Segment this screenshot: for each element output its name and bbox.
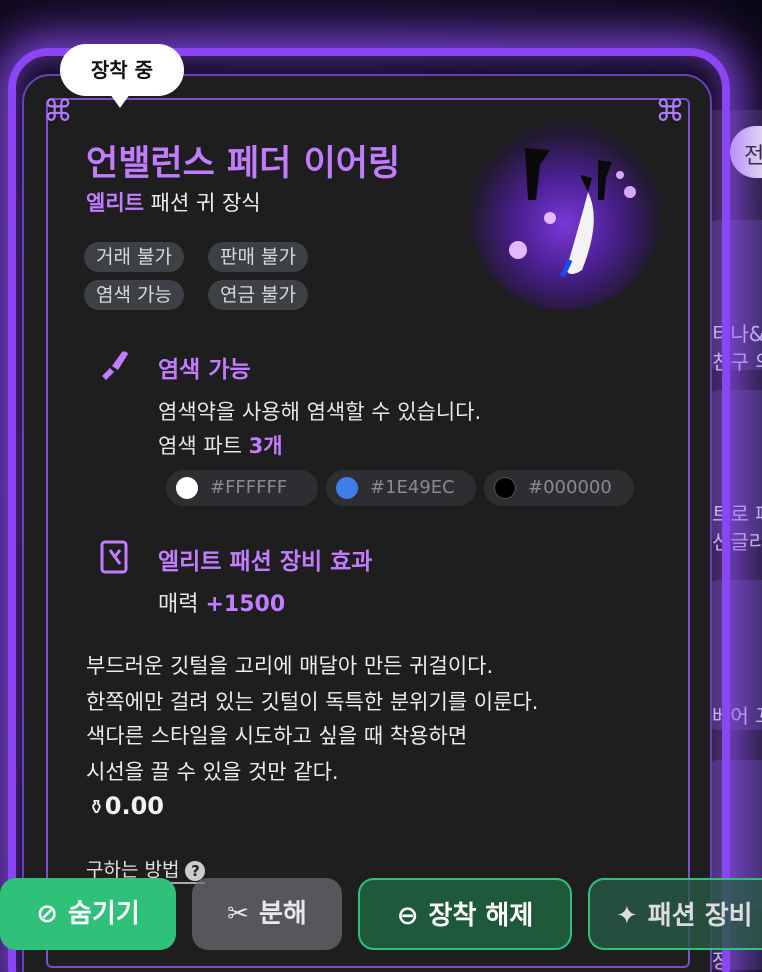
tag-chip: 판매 불가 [208, 242, 308, 272]
item-description-line: 색다른 스타일을 시도하고 싶을 때 착용하면 [86, 724, 468, 748]
hide-button[interactable]: ⊘ 숨기기 [0, 878, 176, 950]
feather-earring-icon [509, 148, 636, 278]
unequip-button-label: 장착 해제 [428, 901, 534, 931]
unequip-button[interactable]: ⊖ 장착 해제 [358, 878, 572, 950]
sparkle-icon: ✦ [616, 901, 638, 931]
dye-color-swatch[interactable]: #FFFFFF [166, 470, 318, 506]
eye-off-icon: ⊘ [36, 899, 59, 929]
dye-description: 염색약을 사용해 염색할 수 있습니다. [158, 400, 482, 424]
dye-color-hex: #000000 [528, 477, 612, 498]
minus-circle-icon: ⊖ [396, 901, 419, 931]
weight-icon: ⚱ [88, 795, 105, 819]
elite-effect-icon [98, 538, 134, 574]
item-description-line: 시선을 끌 수 있을 것만 같다. [86, 760, 339, 784]
effect-stat-value: +1500 [205, 592, 286, 617]
equipped-status-bubble: 장착 중 [60, 44, 184, 108]
dye-parts-label: 염색 파트 [158, 434, 242, 458]
item-grade: 엘리트 [86, 191, 144, 215]
dye-parts: 염색 파트 3개 [158, 430, 283, 460]
color-dot-icon [176, 477, 198, 499]
color-dot-icon [494, 477, 516, 499]
item-description-line: 한쪽에만 걸려 있는 깃털이 독특한 분위기를 이룬다. [86, 690, 539, 714]
dye-parts-count: 3개 [248, 434, 283, 458]
fashion-equipment-button-label: 패션 장비 [647, 901, 753, 931]
effect-stat-label: 매력 [158, 592, 199, 617]
item-image [470, 120, 660, 310]
item-type: 패션 귀 장식 [150, 191, 261, 215]
item-name: 언밸런스 페더 이어링 [86, 144, 401, 184]
corner-ornament-icon: ⌘ [43, 94, 73, 129]
disassemble-button-label: 분해 [258, 899, 307, 929]
item-category: 엘리트 패션 귀 장식 [86, 187, 261, 217]
effect-title: 엘리트 패션 장비 효과 [158, 549, 373, 575]
dye-title: 염색 가능 [158, 357, 251, 383]
color-dot-icon [336, 477, 358, 499]
tag-chip: 염색 가능 [84, 280, 184, 310]
hide-button-label: 숨기기 [68, 899, 140, 929]
dye-brush-icon [96, 346, 132, 382]
dye-color-hex: #1E49EC [370, 477, 455, 498]
disassemble-icon: ✂ [227, 899, 249, 929]
item-price: ⚱0.00 [88, 792, 164, 820]
price-value: 0.00 [104, 792, 164, 820]
fashion-equipment-button[interactable]: ✦ 패션 장비 [588, 878, 762, 950]
disassemble-button[interactable]: ✂ 분해 [192, 878, 342, 950]
dye-color-swatch[interactable]: #000000 [484, 470, 634, 506]
screen: 전 티나&폰 친구 의 트로 패 선글라 베어 꼬 장 ⌘ ⌘ 장착 중 언밸런… [0, 0, 762, 972]
tag-chip: 연금 불가 [208, 280, 308, 310]
dye-color-hex: #FFFFFF [210, 477, 288, 498]
dye-color-swatch[interactable]: #1E49EC [326, 470, 476, 506]
effect-stat: 매력 +1500 [158, 586, 285, 618]
tag-chip: 거래 불가 [84, 242, 184, 272]
item-description-line: 부드러운 깃털을 고리에 매달아 만든 귀걸이다. [86, 654, 494, 678]
